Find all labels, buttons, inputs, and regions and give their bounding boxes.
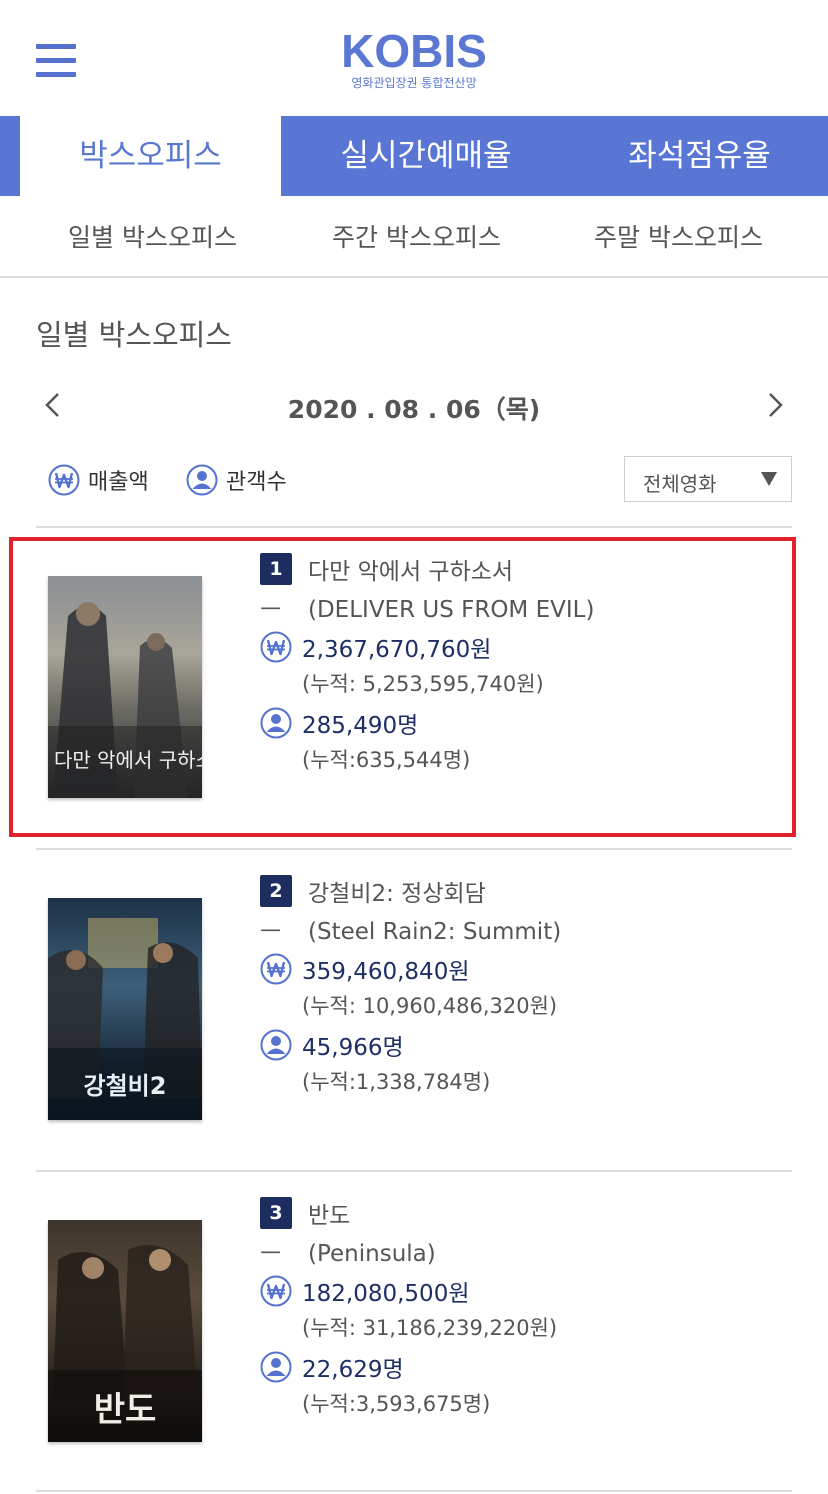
sales-stat: 182,080,500원 [260,1274,469,1308]
cumulative-sales: (누적: 10,960,486,320원) [302,994,558,1018]
audience-stat: 22,629명 [260,1350,404,1384]
won-icon [260,631,292,663]
cumulative-sales: (누적: 5,253,595,740원) [302,672,544,696]
subtab-daily[interactable]: 일별 박스오피스 [68,218,237,254]
subtab-weekly[interactable]: 주간 박스오피스 [332,218,501,254]
main-tab-bar: 박스오피스 실시간예매율 좌석점유율 [0,116,828,196]
date-navigator: 2020 . 08 . 06（목) [36,380,792,434]
cumulative-sales: (누적: 31,186,239,220원) [302,1316,558,1340]
dropdown-arrow-icon [761,472,777,486]
filter-selected-value: 전체영화 [643,472,717,496]
title-dash: ㅡ [260,597,282,623]
movie-poster: 강철비2 [48,898,202,1120]
movie-list-item[interactable]: 강철비2 2 강철비2: 정상회담 ㅡ (Steel Rain2: Summit)… [36,874,792,1174]
rank-line: 1 다만 악에서 구하소서 [260,552,513,586]
poster-title: 다만 악에서 구하소서 [54,748,202,772]
divider [36,526,792,528]
sub-tab-bar: 일별 박스오피스 주간 박스오피스 주말 박스오피스 [0,196,828,278]
section-title: 일별 박스오피스 [36,318,232,352]
person-icon [260,707,292,739]
won-icon [260,1275,292,1307]
sales-toggle[interactable]: 매출액 [48,460,149,500]
sales-stat: 2,367,670,760원 [260,630,491,664]
cumulative-audience: (누적:635,544명) [302,748,471,772]
rank-line: 2 강철비2: 정상회담 [260,874,486,908]
person-icon [260,1029,292,1061]
rank-line: 3 반도 [260,1196,350,1230]
daily-audience: 285,490명 [302,713,419,739]
rank-badge: 1 [260,553,292,585]
metric-toggle-row: 매출액 관객수 전체영화 [36,456,792,504]
divider [36,848,792,850]
movie-title-ko: 다만 악에서 구하소서 [308,559,514,585]
divider [36,1490,792,1492]
daily-sales: 2,367,670,760원 [302,637,492,663]
person-icon [186,464,218,496]
subtab-weekend[interactable]: 주말 박스오피스 [594,218,763,254]
movie-list-item[interactable]: 반도 3 반도 ㅡ (Peninsula) 182,080,500원 (누적: 3… [36,1196,792,1494]
movie-title-en: (DELIVER US FROM EVIL) [308,597,595,623]
sales-stat: 359,460,840원 [260,952,469,986]
poster-title: 강철비2 [83,1072,167,1100]
title-dash: ㅡ [260,1241,282,1267]
daily-audience: 45,966명 [302,1035,404,1061]
logo-subtitle: 영화관입장권 통합전산망 [351,76,477,90]
rank-badge: 2 [260,875,292,907]
daily-sales: 182,080,500원 [302,1281,470,1307]
current-date: 2020 . 08 . 06（목) [287,395,541,424]
movie-filter-select[interactable]: 전체영화 [624,456,792,502]
movie-title-ko: 강철비2: 정상회담 [308,881,486,907]
movie-title-en-line: ㅡ (Peninsula) [260,1234,436,1268]
logo-title: KOBIS [341,25,487,77]
audience-stat: 285,490명 [260,706,418,740]
movie-poster: 반도 [48,1220,202,1442]
movie-list-item[interactable]: 다만 악에서 구하소서 1 다만 악에서 구하소서 ㅡ (DELIVER US F… [36,552,792,852]
app-header: KOBIS 영화관입장권 통합전산망 [0,0,828,116]
divider [36,1170,792,1172]
title-dash: ㅡ [260,919,282,945]
movie-title-en-line: ㅡ (DELIVER US FROM EVIL) [260,590,594,624]
tab-seat-occupancy[interactable]: 좌석점유율 [571,116,828,196]
poster-title: 반도 [93,1390,157,1430]
won-icon [48,464,80,496]
kobis-logo[interactable]: KOBIS 영화관입장권 통합전산망 [0,26,828,90]
daily-sales: 359,460,840원 [302,959,470,985]
movie-title-en: (Peninsula) [308,1241,436,1267]
chevron-right-icon[interactable] [758,388,792,422]
won-icon [260,953,292,985]
audience-stat: 45,966명 [260,1028,404,1062]
cumulative-audience: (누적:3,593,675명) [302,1392,491,1416]
sales-label: 매출액 [88,470,149,495]
cumulative-audience: (누적:1,338,784명) [302,1070,491,1094]
audience-label: 관객수 [226,470,287,495]
audience-toggle[interactable]: 관객수 [186,460,287,500]
tab-realtime-reservation[interactable]: 실시간예매율 [281,116,571,196]
movie-poster: 다만 악에서 구하소서 [48,576,202,798]
movie-title-en: (Steel Rain2: Summit) [308,919,562,945]
person-icon [260,1351,292,1383]
tab-box-office[interactable]: 박스오피스 [20,116,281,196]
daily-audience: 22,629명 [302,1357,404,1383]
movie-title-ko: 반도 [308,1203,351,1229]
movie-title-en-line: ㅡ (Steel Rain2: Summit) [260,912,561,946]
rank-badge: 3 [260,1197,292,1229]
